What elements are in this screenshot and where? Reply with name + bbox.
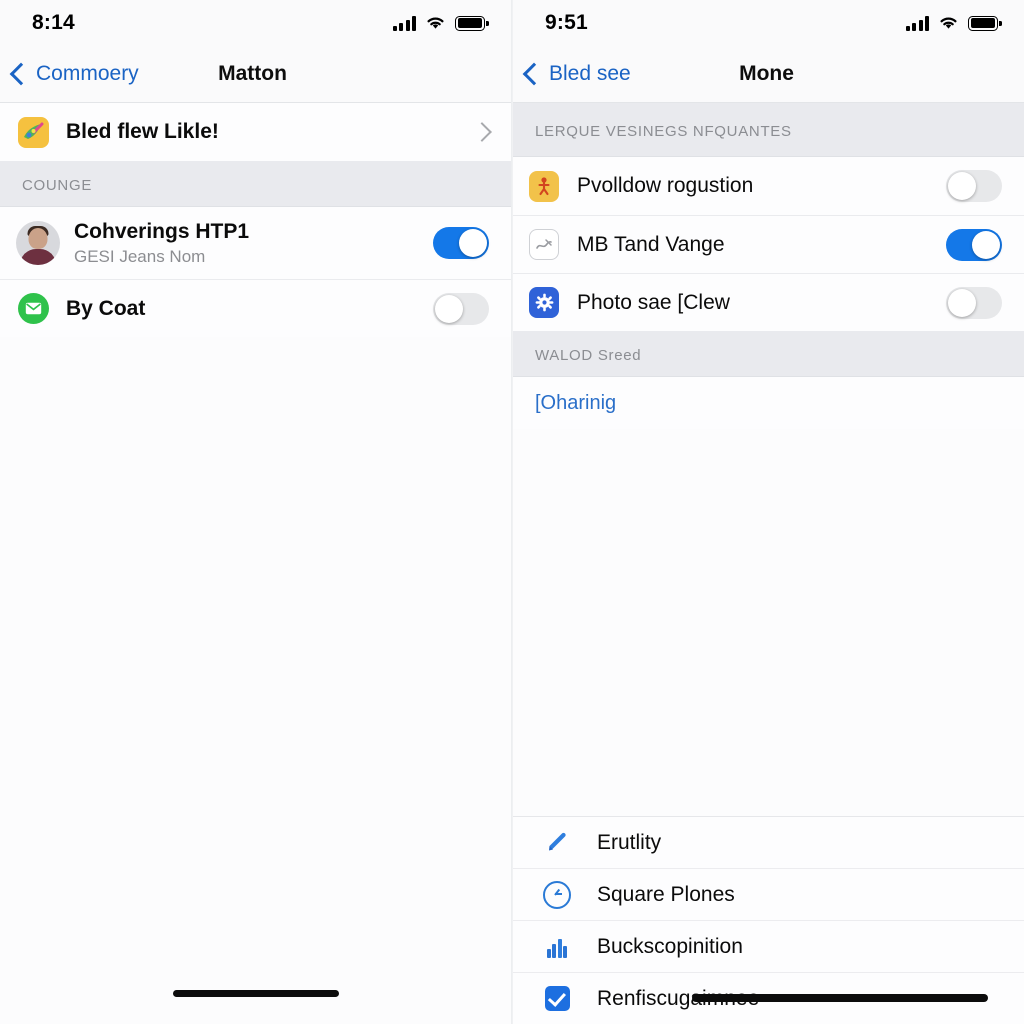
list-item-title: By Coat (66, 296, 146, 320)
battery-full-icon (968, 15, 1002, 31)
status-bar-right: 9:51 (513, 0, 1024, 46)
chevron-left-icon (522, 62, 546, 85)
chevron-left-icon (9, 62, 33, 85)
toggle-knob (948, 288, 976, 317)
toggle-knob (972, 230, 1000, 259)
back-label: Bled see (549, 62, 631, 85)
status-icons (905, 15, 1002, 31)
list-item-text: MB Tand Vange (577, 233, 946, 257)
list-item-text: Pvolldow rogustion (577, 174, 946, 198)
status-icons (392, 15, 489, 31)
clock-glyph (543, 880, 571, 909)
avatar (16, 221, 60, 265)
list-item[interactable]: Cohverings HTP1 GESI Jeans Nom (0, 207, 511, 279)
toggle-knob (459, 229, 487, 257)
bars-glyph (546, 936, 568, 958)
left-phone-panel: 8:14 Commoery Matton Bled flew Likle! CO… (0, 0, 512, 1024)
status-time: 8:14 (32, 11, 75, 34)
list-item-label: Square Plones (597, 882, 735, 906)
cellular-bars-icon (905, 15, 929, 31)
chart-bars-icon (543, 936, 571, 958)
list-item-square-plones[interactable]: Square Plones (513, 868, 1024, 920)
checkbox-checked-icon[interactable] (543, 986, 571, 1011)
dual-phone-screenshot: 8:14 Commoery Matton Bled flew Likle! CO… (0, 0, 1024, 1024)
toggle-switch[interactable] (946, 228, 1002, 261)
list-item-text: Photo sae [Clew (577, 291, 946, 315)
clock-icon (543, 880, 571, 909)
nav-bar-left: Commoery Matton (0, 46, 511, 103)
list-item-erutlity[interactable]: Erutlity (513, 817, 1024, 868)
list-item-text: Cohverings HTP1 GESI Jeans Nom (74, 220, 433, 267)
list-item-title: MB Tand Vange (577, 232, 725, 256)
toggle-switch[interactable] (946, 286, 1002, 319)
chevron-right-icon (472, 122, 492, 142)
list-item-text: By Coat (66, 297, 433, 321)
avatar-head (28, 228, 48, 249)
avatar-body (20, 249, 56, 265)
section-header-secondary: WALOD Sreed (513, 331, 1024, 377)
pencil-icon (543, 830, 571, 855)
app-icon-outline-scribble (529, 229, 559, 260)
app-icon-glyph (529, 229, 559, 260)
app-icon-yellow (529, 170, 559, 202)
back-button[interactable]: Bled see (513, 62, 631, 86)
checkbox-glyph (544, 986, 570, 1011)
messages-envelope-icon (16, 292, 50, 326)
gear-icon-blue (529, 287, 559, 318)
list-item-title: Pvolldow rogustion (577, 174, 754, 197)
list-item[interactable]: Photo sae [Clew (513, 273, 1024, 331)
envelope-glyph (17, 293, 49, 324)
list-item-label: Erutlity (597, 830, 662, 854)
toggle-knob (948, 172, 976, 200)
gear-glyph (529, 287, 559, 318)
toggle-switch[interactable] (433, 227, 489, 259)
featured-row-title: Bled flew Likle! (66, 120, 219, 143)
list-item-title: Cohverings HTP1 (74, 219, 250, 243)
list-item-buckscopinition[interactable]: Buckscopinition (513, 920, 1024, 972)
list-item-label: Buckscopinition (597, 934, 743, 958)
status-bar-left: 8:14 (0, 0, 511, 46)
back-button[interactable]: Commoery (0, 62, 139, 86)
wifi-icon (427, 17, 444, 29)
featured-row-text: Bled flew Likle! (66, 120, 475, 144)
right-phone-panel: 9:51 Bled see Mone LERQUE VESINEGS NFQUA… (512, 0, 1024, 1024)
toggle-switch[interactable] (946, 170, 1002, 202)
cellular-bars-icon (392, 15, 416, 31)
link-row[interactable]: [Oharinig (513, 377, 1024, 429)
list-item[interactable]: By Coat (0, 279, 511, 337)
toggle-knob (435, 294, 463, 323)
back-label: Commoery (36, 62, 139, 85)
list-item[interactable]: MB Tand Vange (513, 215, 1024, 273)
section-header-counge: COUNGE (0, 161, 511, 207)
home-indicator (172, 990, 339, 997)
bottom-action-list: Erutlity Square Plones Buckscopinition R… (513, 816, 1024, 1024)
wifi-icon (940, 17, 957, 29)
toggle-switch[interactable] (433, 292, 489, 325)
nav-bar-right: Bled see Mone (513, 46, 1024, 103)
list-item-title: Photo sae [Clew (577, 290, 730, 314)
app-icon-colorful (16, 115, 50, 149)
battery-full-icon (455, 15, 489, 31)
featured-row[interactable]: Bled flew Likle! (0, 103, 511, 161)
list-item-subtitle: GESI Jeans Nom (74, 246, 206, 266)
app-icon-glyph (17, 116, 49, 148)
list-item[interactable]: Pvolldow rogustion (513, 157, 1024, 215)
app-icon-glyph (529, 170, 559, 202)
home-indicator (692, 994, 988, 1002)
section-header-primary: LERQUE VESINEGS NFQUANTES (513, 103, 1024, 157)
status-time: 9:51 (545, 11, 588, 34)
link-row-label: [Oharinig (535, 391, 617, 414)
